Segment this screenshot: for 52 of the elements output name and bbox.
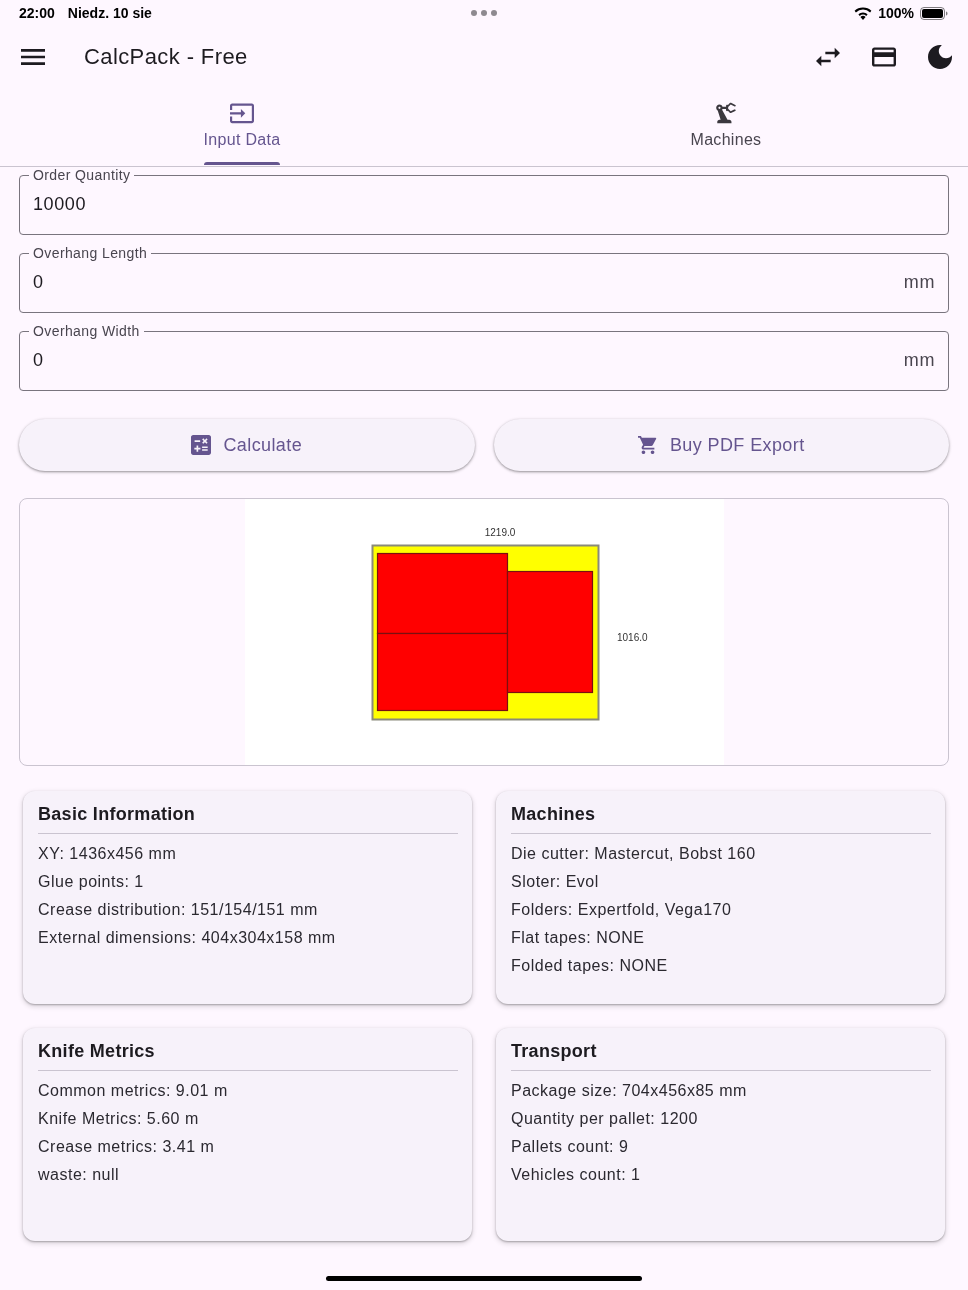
- info-line: Glue points: 1: [38, 872, 145, 892]
- battery-percent: 100%: [878, 5, 914, 21]
- cart-icon: [637, 435, 658, 455]
- wifi-icon: [854, 6, 873, 20]
- info-line: Flat tapes: NONE: [511, 928, 646, 948]
- app-title: CalcPack - Free: [84, 44, 248, 70]
- status-date: Niedz. 10 sie: [67, 5, 152, 21]
- field-label: Order Quantity: [32, 167, 132, 183]
- export-button[interactable]: Buy PDF Export: [493, 419, 949, 471]
- info-line: waste: null: [38, 1165, 121, 1185]
- more-dots-icon: [470, 10, 497, 16]
- input-field[interactable]: Order Quantity 10000: [19, 167, 949, 235]
- moon-icon[interactable]: [928, 45, 952, 69]
- info-line: Knife Metrics: 5.60 m: [38, 1109, 200, 1129]
- unit-label: mm: [903, 350, 935, 371]
- tab[interactable]: Machines: [484, 88, 968, 166]
- info-line: Crease metrics: 3.41 m: [38, 1137, 216, 1157]
- calculate-button[interactable]: Calculate: [19, 419, 475, 471]
- width-dimension-label: 1219.0: [484, 527, 515, 538]
- info-line: Sloter: Evol: [511, 872, 600, 892]
- info-line: Quantity per pallet: 1200: [511, 1109, 699, 1129]
- card-title: Machines: [511, 803, 597, 826]
- status-time: 22:00: [19, 5, 55, 21]
- field-value: 0: [33, 350, 44, 371]
- card-title: Knife Metrics: [38, 1040, 156, 1063]
- input-field[interactable]: Overhang Width 0 mm: [19, 323, 949, 391]
- credit-card-icon[interactable]: [872, 45, 896, 69]
- card-title: Basic Information: [38, 803, 197, 826]
- info-line: External dimensions: 404x304x158 mm: [38, 928, 337, 948]
- info-line: Crease distribution: 151/154/151 mm: [38, 900, 319, 920]
- info-line: Common metrics: 9.01 m: [38, 1081, 229, 1101]
- input-field[interactable]: Overhang Length 0 mm: [19, 245, 949, 313]
- info-line: XY: 1436x456 mm: [38, 844, 178, 864]
- field-label: Overhang Width: [32, 323, 141, 339]
- info-line: Package size: 704x456x85 mm: [511, 1081, 748, 1101]
- field-value: 10000: [33, 194, 87, 215]
- battery-icon: [920, 6, 948, 20]
- height-dimension-label: 1016.0: [616, 632, 648, 643]
- robot-arm-icon: [714, 101, 738, 125]
- info-line: Vehicles count: 1: [511, 1165, 642, 1185]
- info-line: Die cutter: Mastercut, Bobst 160: [511, 844, 757, 864]
- calculator-icon: [191, 435, 212, 455]
- info-line: Pallets count: 9: [511, 1137, 630, 1157]
- field-label: Overhang Length: [32, 245, 149, 261]
- tab[interactable]: Input Data: [0, 88, 484, 166]
- input-arrow-icon: [230, 101, 254, 125]
- card-title: Transport: [511, 1040, 598, 1063]
- unit-label: mm: [903, 272, 935, 293]
- field-value: 0: [33, 272, 44, 293]
- swap-arrows-icon[interactable]: [816, 45, 840, 69]
- info-line: Folders: Expertfold, Vega170: [511, 900, 733, 920]
- info-line: Folded tapes: NONE: [511, 956, 669, 976]
